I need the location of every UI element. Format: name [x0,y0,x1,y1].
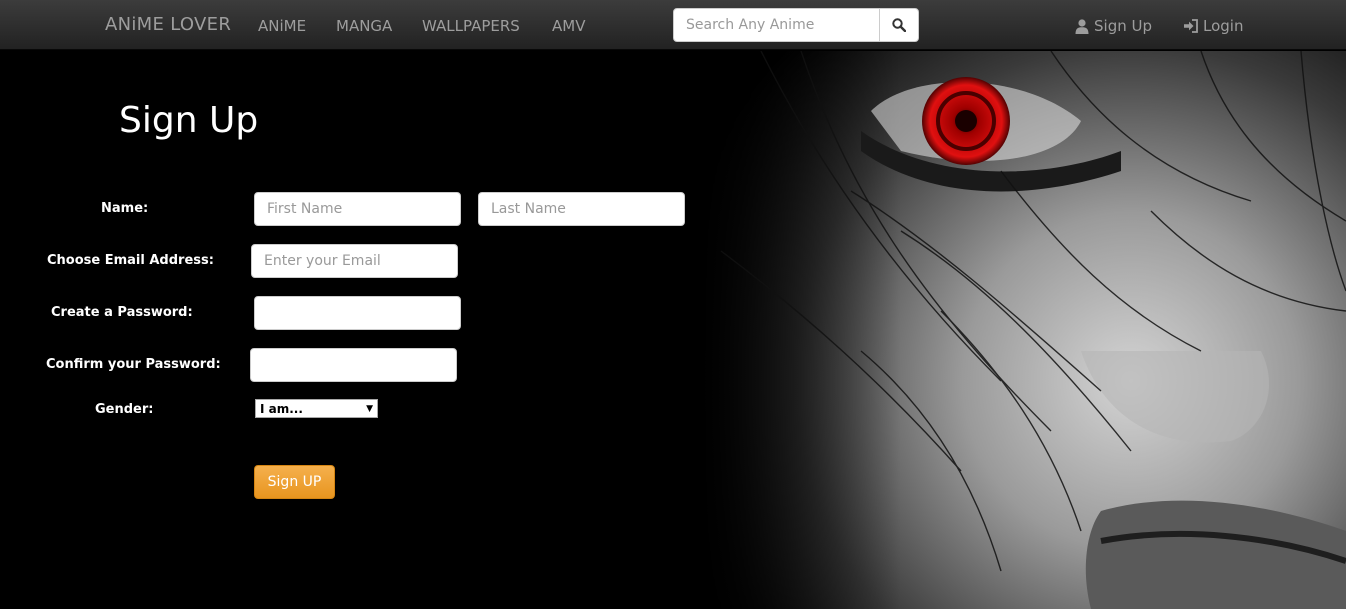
nav-anime[interactable]: ANiME [258,17,306,35]
confirm-password-label: Confirm your Password: [46,357,221,372]
login-icon [1184,19,1198,33]
search-input[interactable] [673,8,880,42]
brand-logo[interactable]: ANiME LOVER [105,14,231,35]
first-name-field[interactable] [254,192,461,226]
signup-section: Sign Up Name: Choose Email Address: Crea… [1,51,1346,609]
password-field[interactable] [254,296,461,330]
page-title: Sign Up [119,100,259,141]
login-link[interactable]: Login [1183,17,1243,35]
nav-amv[interactable]: AMV [552,17,585,35]
search-button[interactable] [879,8,919,42]
user-icon [1075,19,1089,34]
dropdown-arrow-icon: ▼ [366,403,373,414]
email-label: Choose Email Address: [47,253,214,268]
top-navbar: ANiME LOVER ANiME MANGA WALLPAPERS AMV S… [0,0,1346,50]
signup-submit-button[interactable]: Sign UP [254,465,335,499]
nav-wallpapers[interactable]: WALLPAPERS [422,17,520,35]
password-label: Create a Password: [51,305,193,320]
gender-select-value: I am... [260,401,303,416]
search-icon [892,18,906,32]
signup-link-label: Sign Up [1094,17,1152,35]
gender-label: Gender: [95,402,154,417]
last-name-field[interactable] [478,192,685,226]
name-label: Name: [101,201,149,216]
confirm-password-field[interactable] [250,348,457,382]
email-field[interactable] [251,244,458,278]
signup-link[interactable]: Sign Up [1074,17,1152,35]
gender-select[interactable]: I am... ▼ [255,399,378,418]
login-link-label: Login [1203,17,1244,35]
nav-manga[interactable]: MANGA [336,17,392,35]
